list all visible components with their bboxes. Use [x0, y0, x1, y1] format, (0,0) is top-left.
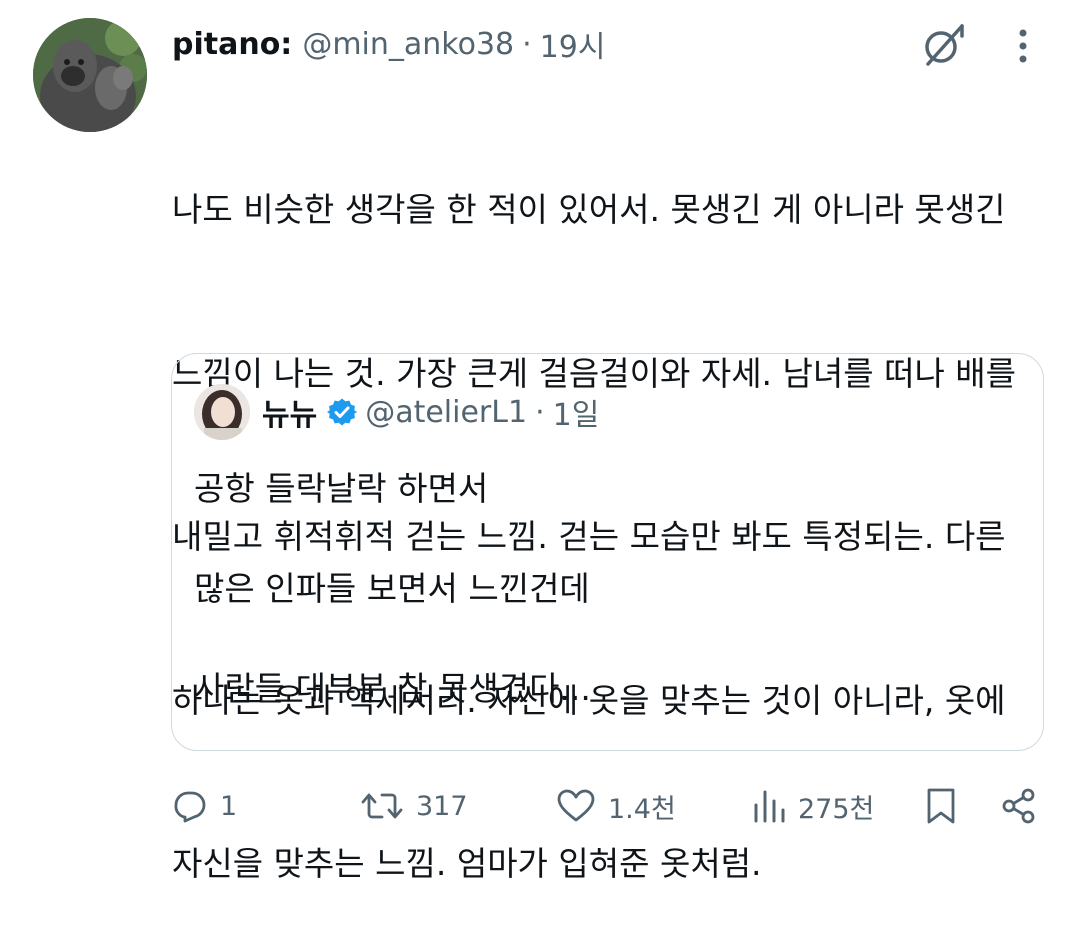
quoted-author-avatar[interactable] [194, 384, 250, 440]
tweet-action-bar: 1 317 1.4천 275천 [0, 778, 1080, 834]
repost-button[interactable]: 317 [360, 778, 468, 834]
like-count: 1.4천 [608, 793, 676, 825]
quoted-text-line: 사람들 대부분 참 못생겼다... [194, 669, 591, 708]
quoted-text-line: 공항 들락날락 하면서 [194, 469, 489, 508]
gorilla-avatar-icon [33, 18, 147, 132]
share-button[interactable] [1000, 778, 1038, 834]
quoted-text-line [194, 514, 1014, 564]
tweet-text-line: 나도 비슷한 생각을 한 적이 있어서. 못생긴 게 아니라 못생긴 [172, 190, 1006, 229]
quoted-tweet-timestamp: 1일 [552, 398, 600, 433]
quoted-tweet-text: 공항 들락날락 하면서 많은 인파들 보면서 느낀건데 사람들 대부분 참 못생… [194, 464, 1014, 714]
author-avatar[interactable] [33, 18, 147, 132]
quoted-author-name: 뉴뉴 [262, 398, 318, 433]
quoted-tweet-header: 뉴뉴 @atelierL1 · 1일 [262, 390, 599, 434]
tweet-text-line: 자신을 맞추는 느낌. 엄마가 입혀준 옷처럼. [172, 844, 762, 883]
author-name[interactable]: pitano: [172, 27, 292, 62]
grok-icon[interactable] [918, 20, 968, 70]
bookmark-icon [924, 787, 958, 825]
reply-button[interactable]: 1 [172, 778, 237, 834]
header-separator: · [522, 26, 532, 62]
heart-icon [556, 788, 596, 824]
share-icon [1000, 787, 1038, 825]
quoted-text-line: 많은 인파들 보면서 느낀건데 [194, 569, 590, 608]
repost-count: 317 [416, 790, 468, 822]
quoted-text-line [194, 614, 1014, 664]
views-button[interactable]: 275천 [752, 778, 874, 834]
views-count: 275천 [798, 793, 875, 825]
tweet-header: pitano: @min_anko38 · 19시 [172, 22, 605, 66]
reply-icon [172, 788, 208, 824]
repost-icon [360, 788, 404, 824]
quoted-tweet-card[interactable]: 뉴뉴 @atelierL1 · 1일 공항 들락날락 하면서 많은 인파들 보면… [171, 353, 1044, 751]
bookmark-button[interactable] [924, 778, 958, 834]
tweet-timestamp[interactable]: 19시 [540, 22, 606, 66]
verified-badge-icon [327, 397, 358, 427]
quoted-author-handle: @atelierL1 [365, 394, 528, 430]
person-avatar-icon [194, 384, 250, 440]
quoted-header-separator: · [535, 394, 545, 430]
views-chart-icon [752, 788, 786, 824]
more-dots-icon[interactable] [1008, 24, 1038, 68]
like-button[interactable]: 1.4천 [556, 778, 676, 834]
reply-count: 1 [220, 790, 238, 822]
author-handle[interactable]: @min_anko38 [302, 27, 514, 62]
